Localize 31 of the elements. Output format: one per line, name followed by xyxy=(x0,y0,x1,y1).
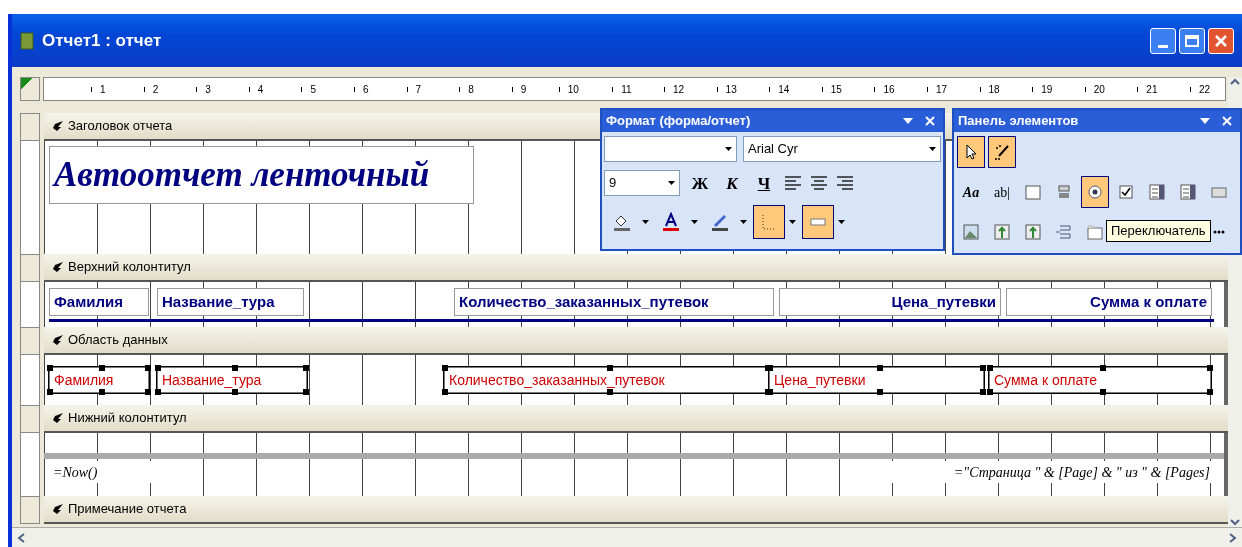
ruler-number: 10 xyxy=(567,82,579,97)
ruler-number: 22 xyxy=(1198,82,1211,97)
toolbar-title: Формат (форма/отчет) xyxy=(606,112,751,131)
ruler-number: 7 xyxy=(415,82,422,97)
ruler-number: 14 xyxy=(778,82,790,97)
ruler-number: 1 xyxy=(100,82,106,97)
window-title: Отчет1 : отчет xyxy=(42,29,162,52)
ruler-number: 11 xyxy=(621,82,632,97)
ruler-number: 18 xyxy=(988,82,1000,97)
ruler-number: 8 xyxy=(468,82,474,97)
ruler-number: 21 xyxy=(1146,82,1158,97)
section-title: Нижний колонтитул xyxy=(68,409,187,428)
ruler-number: 16 xyxy=(883,82,895,97)
ruler-number: 3 xyxy=(205,82,211,97)
section-title: Верхний колонтитул xyxy=(68,258,191,277)
tooltip: Переключатель xyxy=(1106,220,1211,242)
section-title: Заголовок отчета xyxy=(68,117,173,136)
ruler-number: 13 xyxy=(725,82,737,97)
toolbar-title: Панель элементов xyxy=(958,112,1079,131)
ruler-number: 9 xyxy=(520,82,527,97)
ruler-number: 20 xyxy=(1093,82,1105,97)
ruler-number: 19 xyxy=(1041,82,1053,97)
ruler-number: 2 xyxy=(152,82,159,97)
ruler-number: 5 xyxy=(310,82,316,97)
ruler-number: 6 xyxy=(363,82,369,97)
section-title: Примечание отчета xyxy=(68,500,187,519)
ruler-number: 4 xyxy=(257,82,264,97)
ruler-number: 15 xyxy=(830,82,842,97)
ruler-number: 12 xyxy=(673,82,685,97)
ruler-number: 17 xyxy=(935,82,948,97)
section-title: Область данных xyxy=(68,331,168,350)
